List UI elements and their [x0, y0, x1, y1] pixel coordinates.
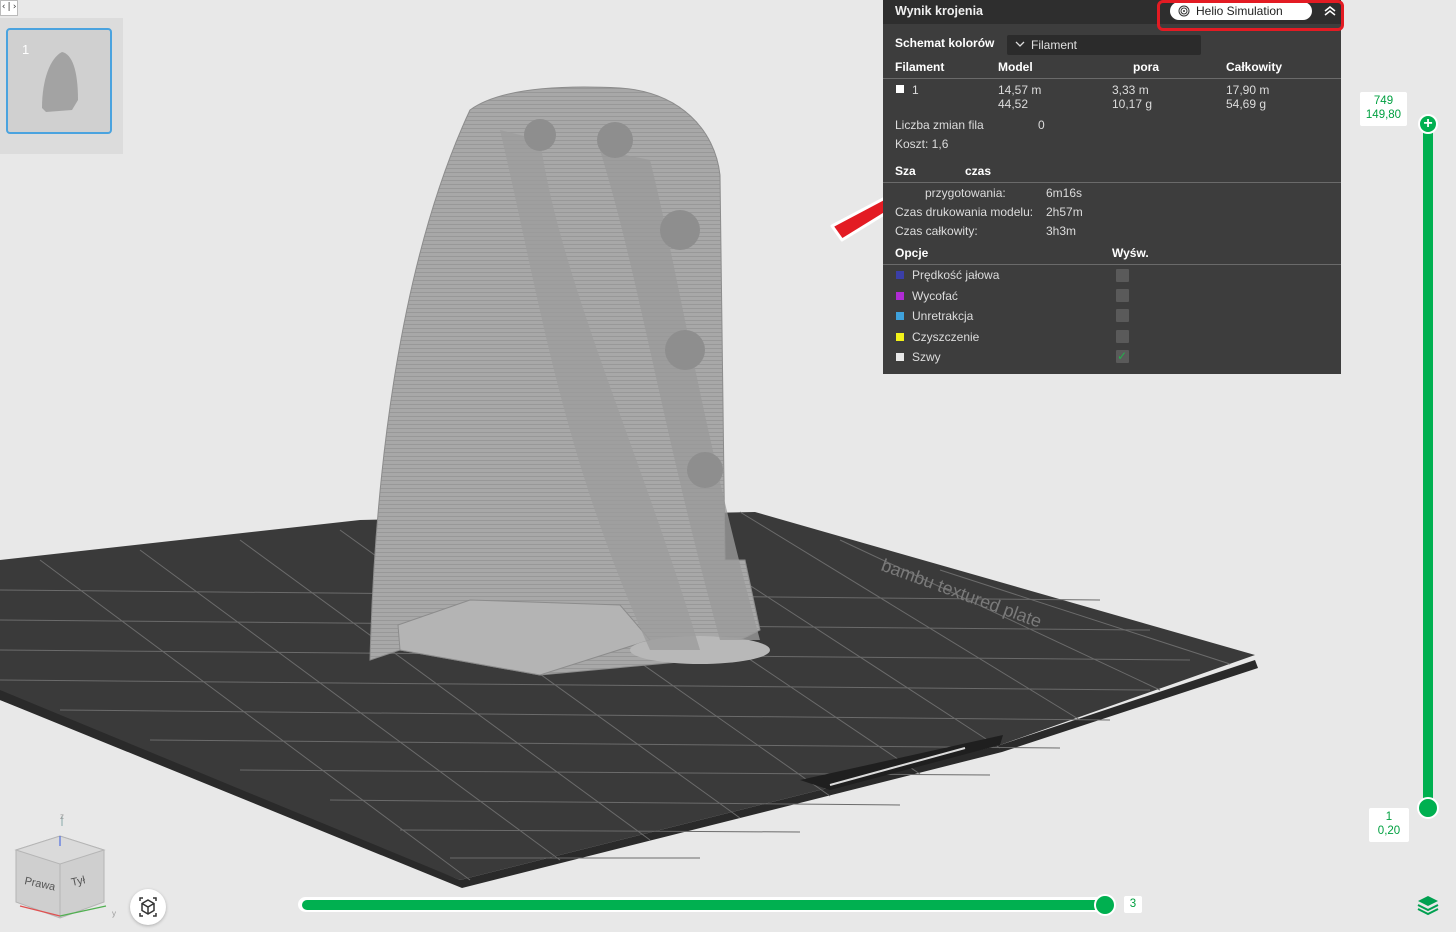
layers-icon[interactable]	[1416, 893, 1440, 917]
prep-time-label: przygotowania:	[925, 186, 1006, 200]
top-layer-height: 149,80	[1365, 109, 1402, 121]
filament-swatch	[896, 85, 904, 93]
option-swatch-wipe	[896, 333, 904, 341]
sliced-model	[369, 86, 770, 676]
cost-label: Koszt: 1,6	[895, 137, 949, 151]
plus-icon: +	[1423, 115, 1433, 132]
total-weight: 54,69 g	[1226, 97, 1267, 111]
bottom-layer-height: 0,20	[1377, 825, 1401, 837]
option-label-travel: Prędkość jałowa	[912, 268, 1000, 282]
col-header-model: Model	[998, 60, 1033, 74]
support-weight: 10,17 g	[1112, 97, 1153, 111]
option-swatch-travel	[896, 271, 904, 279]
cube-focus-icon	[139, 897, 157, 917]
color-scheme-dropdown[interactable]: Filament	[1007, 35, 1201, 55]
collapse-sidebar-toggle[interactable]: ‹|›	[0, 0, 18, 16]
move-slider-handle[interactable]	[1094, 894, 1116, 916]
total-length: 17,90 m	[1226, 83, 1270, 97]
option-label-unretract: Unretrakcja	[912, 309, 974, 323]
option-checkbox-unretract[interactable]	[1116, 309, 1129, 322]
filament-id: 1	[912, 83, 919, 97]
option-checkbox-wipe[interactable]	[1116, 330, 1129, 343]
plate-list: 1	[0, 18, 123, 154]
options-header: Opcje	[895, 246, 929, 260]
3d-viewport[interactable]: bambu textured plate ‹|› 1 Wynik krojeni…	[0, 0, 1456, 932]
total-time-label: Czas całkowity:	[895, 224, 978, 238]
display-header: Wyśw.	[1112, 246, 1149, 260]
view-fit-button[interactable]	[130, 889, 166, 925]
plate-number: 1	[22, 42, 30, 57]
model-length: 14,57 m	[998, 83, 1042, 97]
navigation-cube[interactable]: z Prawa Tył y	[0, 806, 125, 926]
support-length: 3,33 m	[1112, 83, 1149, 97]
option-swatch-unretract	[896, 312, 904, 320]
time-section-title: Sza	[895, 164, 916, 178]
option-label-retract: Wycofać	[912, 289, 958, 303]
layer-slider-track[interactable]	[1423, 124, 1433, 808]
print-time-value: 2h57m	[1046, 205, 1083, 219]
highlight-box	[1157, 0, 1344, 31]
table-divider	[883, 78, 1341, 79]
panel-title: Wynik krojenia	[895, 4, 983, 18]
filament-changes-value: 0	[1038, 118, 1045, 132]
layer-slider-top-handle[interactable]: +	[1418, 114, 1438, 134]
option-label-wipe: Czyszczenie	[912, 330, 980, 344]
move-slider-value: 3	[1124, 896, 1142, 913]
option-checkbox-travel[interactable]	[1116, 269, 1129, 282]
layer-slider-bottom-label: 1 0,20	[1369, 808, 1409, 842]
option-label-seams: Szwy	[912, 350, 941, 364]
move-slider-fill	[302, 900, 1108, 910]
col-header-total: Całkowity	[1226, 60, 1283, 74]
option-swatch-retract	[896, 292, 904, 300]
time-section-title-suffix: czas	[965, 164, 992, 178]
color-scheme-value: Filament	[1031, 38, 1078, 52]
model-weight: 44,52	[998, 97, 1029, 111]
option-swatch-seams	[896, 353, 904, 361]
layer-slider-top-label: 749 149,80	[1360, 92, 1407, 126]
plate-thumbnail[interactable]: 1	[6, 28, 112, 134]
filament-changes-label: Liczba zmian fila	[895, 118, 984, 132]
print-time-label: Czas drukowania modelu:	[895, 205, 1034, 219]
prep-time-value: 6m16s	[1046, 186, 1083, 200]
bottom-layer-number: 1	[1385, 811, 1393, 823]
total-time-value: 3h3m	[1046, 224, 1077, 238]
time-divider	[883, 182, 1341, 183]
col-header-support: pora	[1133, 60, 1160, 74]
axis-z-label: z	[60, 812, 64, 821]
options-divider	[883, 264, 1341, 265]
checkmark-icon: ✓	[1117, 349, 1128, 363]
top-layer-number: 749	[1373, 95, 1394, 107]
option-checkbox-retract[interactable]	[1116, 289, 1129, 302]
layer-slider-bottom-handle[interactable]	[1417, 797, 1439, 819]
option-checkbox-seams[interactable]: ✓	[1116, 349, 1129, 363]
axis-y-label: y	[112, 909, 116, 918]
slice-result-panel: Wynik krojenia Helio Simulation Schemat …	[883, 0, 1341, 374]
col-header-filament: Filament	[895, 60, 945, 74]
color-scheme-label: Schemat kolorów	[895, 36, 995, 50]
plate-model-preview	[42, 52, 78, 112]
chevron-down-icon	[1015, 41, 1025, 47]
